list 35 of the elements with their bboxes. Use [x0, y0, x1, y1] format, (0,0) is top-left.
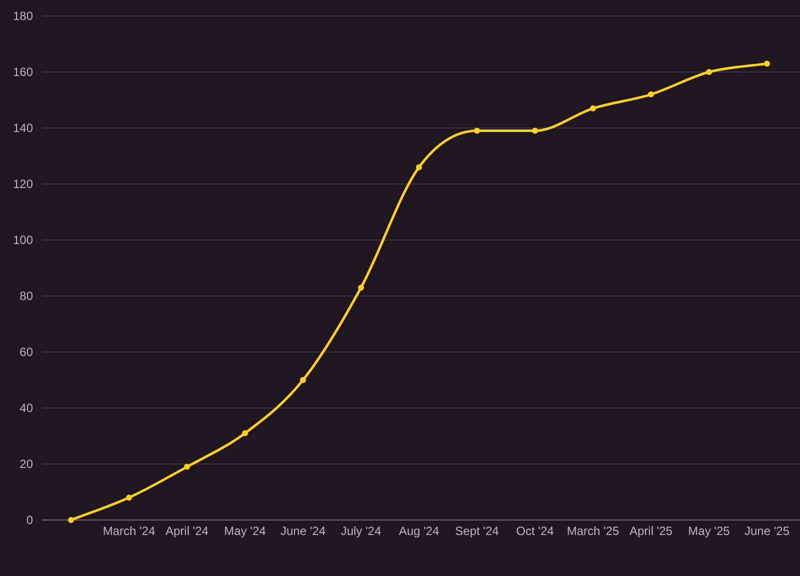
- x-axis-label: May '25: [688, 524, 730, 538]
- data-point: [68, 517, 74, 523]
- x-axis-label: July '24: [340, 524, 382, 538]
- x-axis-label: March '24: [102, 524, 156, 538]
- data-point: [358, 284, 364, 291]
- x-axis-label: April '24: [166, 524, 208, 538]
- y-axis-label: 100: [12, 233, 33, 247]
- x-axis-label: Aug '24: [398, 524, 440, 538]
- data-point: [300, 377, 306, 383]
- y-axis-label: 60: [20, 345, 33, 359]
- x-axis-label: June '25: [744, 524, 790, 538]
- data-point: [532, 128, 538, 134]
- x-axis-label: March '25: [566, 524, 620, 538]
- y-axis-label: 140: [12, 121, 33, 135]
- data-point: [242, 430, 248, 436]
- data-point: [706, 69, 712, 75]
- data-point: [474, 128, 480, 134]
- x-axis-label: June '24: [280, 524, 326, 538]
- data-point: [648, 91, 654, 98]
- y-axis-label: 160: [12, 65, 33, 79]
- x-axis-label: May '24: [224, 524, 266, 538]
- y-axis-label: 0: [26, 513, 33, 527]
- x-axis-label: April '25: [630, 524, 672, 538]
- y-axis-label: 180: [12, 9, 33, 23]
- data-point: [590, 105, 596, 112]
- x-axis-label: Sept '24: [455, 524, 499, 538]
- data-point: [184, 464, 190, 470]
- y-axis-label: 80: [20, 289, 33, 303]
- y-axis-label: 20: [20, 457, 33, 471]
- x-axis-label: Oct '24: [516, 524, 554, 538]
- data-point: [126, 494, 132, 501]
- y-axis-label: 120: [12, 177, 33, 191]
- y-axis-label: 40: [20, 401, 33, 415]
- data-point: [764, 60, 770, 67]
- data-point: [416, 164, 422, 170]
